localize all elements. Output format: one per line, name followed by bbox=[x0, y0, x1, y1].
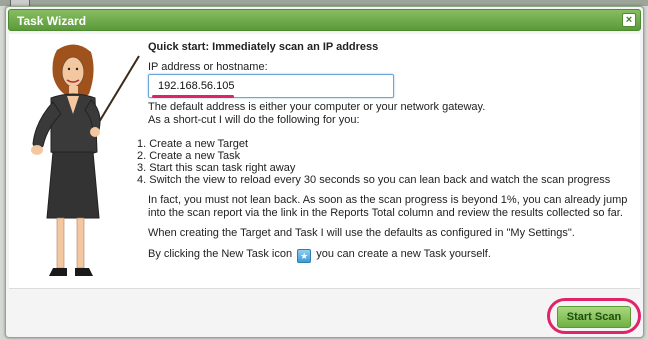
step-item: 1. Create a new Target bbox=[137, 138, 249, 150]
new-task-icon[interactable]: ★ bbox=[297, 249, 312, 263]
quick-start-heading: Quick start: Immediately scan an IP addr… bbox=[148, 41, 379, 53]
steps-list: 1. Create a new Target 2. Create a new T… bbox=[137, 138, 610, 186]
step-item: 4. Switch the view to reload every 30 se… bbox=[137, 174, 611, 186]
progress-paragraph: In fact, you must not lean back. As soon… bbox=[148, 194, 628, 219]
close-icon[interactable]: × bbox=[622, 13, 636, 27]
dialog-content: Quick start: Immediately scan an IP addr… bbox=[9, 34, 640, 289]
start-scan-button[interactable]: Start Scan bbox=[557, 306, 631, 328]
ip-address-label: IP address or hostname: bbox=[148, 61, 268, 73]
dialog-titlebar[interactable]: Task Wizard × bbox=[8, 9, 641, 31]
dialog-title: Task Wizard bbox=[17, 14, 87, 28]
task-wizard-dialog: Task Wizard × Quick start: Immediately s… bbox=[5, 6, 644, 338]
wizard-figure bbox=[31, 44, 140, 276]
step-item: 2. Create a new Task bbox=[137, 150, 241, 162]
step-item: 3. Start this scan task right away bbox=[137, 162, 296, 174]
new-task-text-before: By clicking the New Task icon bbox=[148, 248, 293, 260]
shortcut-note: As a short-cut I will do the following f… bbox=[148, 114, 360, 126]
new-task-text-after: you can create a new Task yourself. bbox=[316, 248, 491, 260]
default-address-note: The default address is either your compu… bbox=[148, 101, 486, 113]
new-task-paragraph: By clicking the New Task icon ★ you can … bbox=[148, 248, 491, 263]
defaults-paragraph: When creating the Target and Task I will… bbox=[148, 227, 575, 239]
ip-highlight-underline bbox=[152, 95, 234, 98]
